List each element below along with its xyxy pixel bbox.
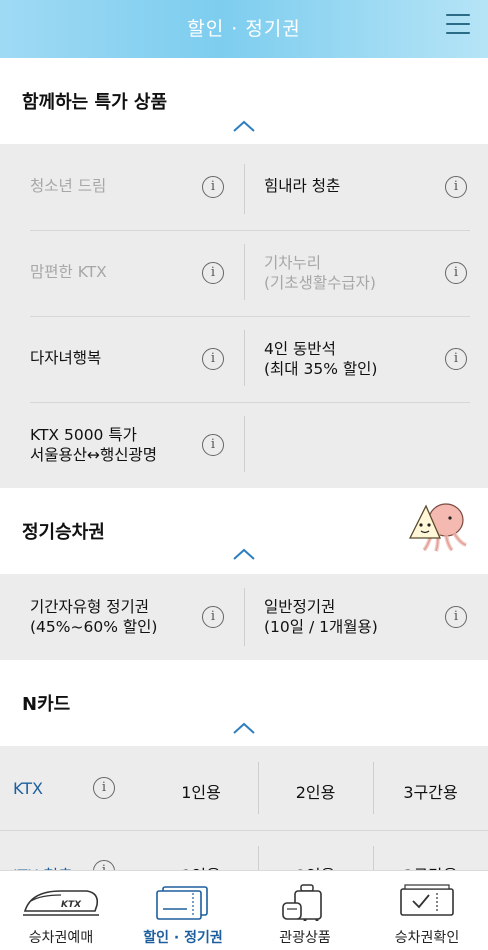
ncard-itx-double[interactable]: 2인용: [258, 862, 373, 870]
product-label-line2: (기초생활수급자): [264, 274, 376, 292]
tab-label: 할인 · 정기권: [143, 930, 223, 946]
info-icon[interactable]: i: [445, 606, 467, 628]
info-icon[interactable]: i: [202, 606, 224, 628]
tab-label: 승차권확인: [394, 930, 460, 946]
product-label: 맘편한 KTX: [30, 263, 107, 281]
app-header: 할인 · 정기권: [0, 0, 488, 58]
ncard-ktx-label: KTX: [13, 779, 43, 798]
tab-label: 승차권예매: [28, 930, 94, 946]
product-cell-ktx-5000[interactable]: KTX 5000 특가 서울용산↔행신광명 i: [0, 402, 244, 488]
svg-text:KTX: KTX: [61, 900, 82, 910]
pass-grid: 기간자유형 정기권 (45%~60% 할인) i 일반정기권 (10일 / 1개…: [0, 574, 488, 660]
info-icon[interactable]: i: [202, 434, 224, 456]
ktx-train-icon: KTX: [23, 890, 99, 916]
product-label-line2: (45%~60% 할인): [30, 618, 158, 636]
product-cell-youth-cheer[interactable]: 힘내라 청춘 i: [244, 144, 488, 230]
pass-section-header: 정기승차권: [0, 488, 488, 574]
info-icon[interactable]: i: [93, 860, 115, 870]
info-icon[interactable]: i: [93, 777, 115, 799]
pass-card-icon: [156, 886, 208, 920]
octopus-mascot-icon: [408, 503, 467, 552]
ncard-grid: KTX i 1인용 2인용 3구간용 ITX-청춘 i 1인용 2인용 3구간용: [0, 746, 488, 870]
info-icon[interactable]: i: [202, 348, 224, 370]
ncard-itx-label: ITX-청춘: [13, 862, 73, 870]
product-label-line1: 일반정기권: [264, 598, 336, 616]
info-icon[interactable]: i: [202, 176, 224, 198]
product-cell-multi-child[interactable]: 다자녀행복 i: [0, 316, 244, 402]
chevron-up-icon[interactable]: [233, 722, 255, 734]
ncard-itx-three-section[interactable]: 3구간용: [373, 862, 488, 870]
product-label: 청소년 드림: [30, 177, 107, 195]
product-label-line1: 4인 동반석: [264, 340, 336, 358]
ticket-check-icon: [400, 884, 454, 916]
tab-label: 관광상품: [279, 930, 331, 946]
page-title: 할인 · 정기권: [187, 18, 301, 40]
special-section-header: 함께하는 특가 상품: [0, 58, 488, 144]
ncard-section-header: N카드: [0, 660, 488, 746]
section-title: 정기승차권: [22, 522, 105, 543]
product-label-line2: 서울용산↔행신광명: [30, 446, 158, 464]
product-label-line1: 기차누리: [264, 254, 322, 272]
product-label: 다자녀행복: [30, 349, 102, 367]
info-icon[interactable]: i: [202, 262, 224, 284]
hamburger-menu-icon[interactable]: [446, 13, 470, 35]
tab-discount-pass[interactable]: 할인 · 정기권: [122, 871, 244, 950]
section-title: 함께하는 특가 상품: [22, 92, 168, 113]
info-icon[interactable]: i: [445, 262, 467, 284]
pass-cell-regular[interactable]: 일반정기권 (10일 / 1개월용) i: [244, 574, 488, 660]
bottom-tab-bar: KTX 승차권예매 할인 · 정기권 관광상품 승차권확인: [0, 870, 488, 950]
ncard-ktx-single[interactable]: 1인용: [144, 779, 258, 803]
ncard-ktx-three-section[interactable]: 3구간용: [373, 779, 488, 803]
luggage-icon: [282, 884, 322, 921]
product-label: 힘내라 청춘: [264, 177, 341, 195]
product-cell-comfort-ktx[interactable]: 맘편한 KTX i: [0, 230, 244, 316]
special-grid: 청소년 드림 i 힘내라 청춘 i 맘편한 KTX i 기차누리 (기초생활수급…: [0, 144, 488, 488]
info-icon[interactable]: i: [445, 348, 467, 370]
pass-cell-flexible[interactable]: 기간자유형 정기권 (45%~60% 할인) i: [0, 574, 244, 660]
chevron-up-icon[interactable]: [233, 548, 255, 560]
product-cell-youth-dream[interactable]: 청소년 드림 i: [0, 144, 244, 230]
info-icon[interactable]: i: [445, 176, 467, 198]
product-label-line1: 기간자유형 정기권: [30, 598, 150, 616]
product-label-line1: KTX 5000 특가: [30, 426, 137, 444]
section-title: N카드: [22, 694, 71, 715]
product-label-line2: (최대 35% 할인): [264, 360, 378, 378]
chevron-up-icon[interactable]: [233, 120, 255, 132]
tab-ticket-booking[interactable]: KTX 승차권예매: [0, 871, 122, 950]
tab-ticket-check[interactable]: 승차권확인: [366, 871, 488, 950]
ncard-ktx-double[interactable]: 2인용: [258, 779, 373, 803]
product-label-line2: (10일 / 1개월용): [264, 618, 378, 636]
product-cell-train-nuri[interactable]: 기차누리 (기초생활수급자) i: [244, 230, 488, 316]
ncard-itx-single[interactable]: 1인용: [144, 862, 258, 870]
product-cell-family-seat[interactable]: 4인 동반석 (최대 35% 할인) i: [244, 316, 488, 402]
tab-tour-products[interactable]: 관광상품: [244, 871, 366, 950]
